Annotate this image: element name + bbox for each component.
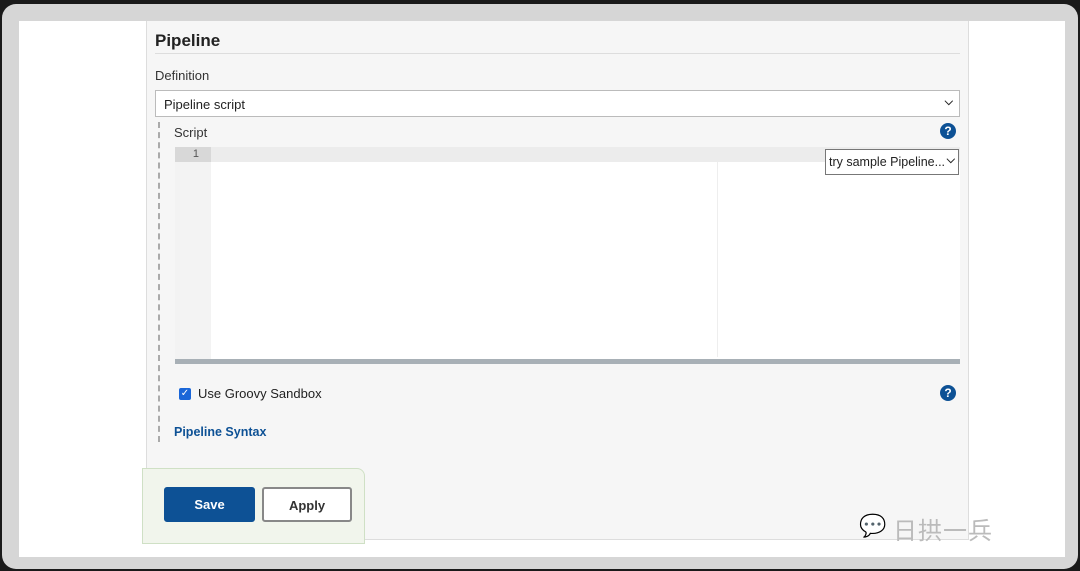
pipeline-section: Pipeline Definition Pipeline script ⌵ Sc… [146,21,969,540]
watermark: 💬 日拱一兵 [859,511,993,546]
help-icon[interactable]: ? [940,385,956,401]
sample-select-value: try sample Pipeline... [829,155,946,169]
definition-select[interactable]: Pipeline script ⌵ [155,90,960,117]
screen-frame: Pipeline Definition Pipeline script ⌵ Sc… [2,4,1078,569]
sandbox-label: Use Groovy Sandbox [198,386,322,401]
page: Pipeline Definition Pipeline script ⌵ Sc… [19,21,1065,557]
pipeline-syntax-link[interactable]: Pipeline Syntax [174,425,266,439]
print-margin [717,162,718,357]
help-icon[interactable]: ? [940,123,956,139]
nesting-line [158,122,160,442]
wechat-icon: 💬 [859,513,888,538]
apply-button[interactable]: Apply [262,487,352,522]
line-number: 1 [175,147,211,162]
divider [155,53,960,54]
script-editor[interactable]: 1 try sample Pipeline... ⌵ [175,147,960,364]
script-label: Script [174,125,208,140]
sandbox-checkbox[interactable]: ✓ [179,388,191,400]
button-bar: Save Apply [142,468,365,544]
chevron-down-icon: ⌵ [946,154,955,166]
editor-gutter [175,147,211,359]
save-button[interactable]: Save [164,487,255,522]
sample-pipeline-select[interactable]: try sample Pipeline... ⌵ [825,149,959,175]
definition-label: Definition [155,68,210,83]
watermark-text: 日拱一兵 [893,518,993,545]
definition-value: Pipeline script [164,97,245,112]
chevron-down-icon: ⌵ [944,96,953,108]
section-title: Pipeline [155,31,221,50]
